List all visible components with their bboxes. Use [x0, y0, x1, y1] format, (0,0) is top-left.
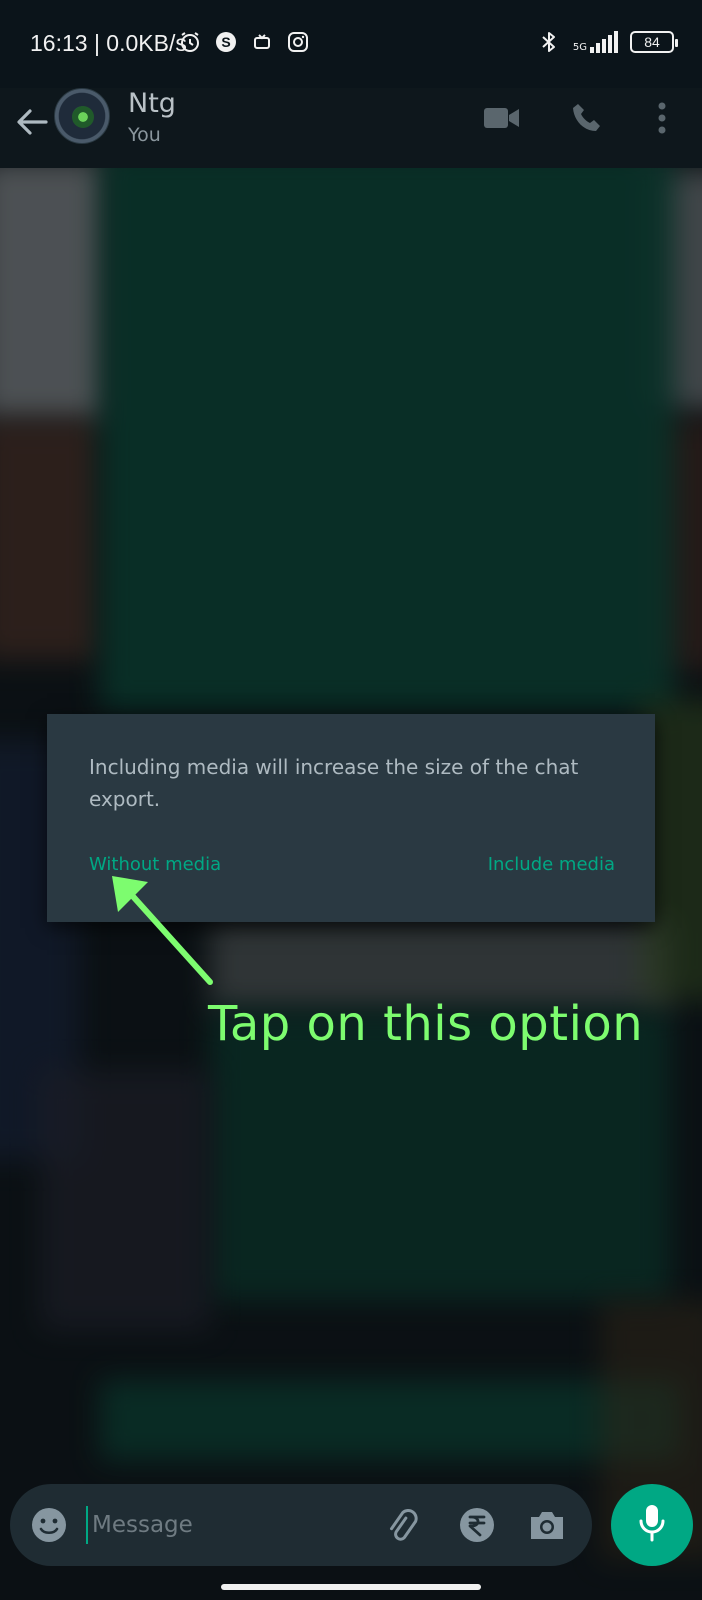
annotation-text: Tap on this option: [208, 996, 644, 1052]
status-bar: 16:13 | 0.0KB/s S 5G 84: [0, 0, 702, 88]
message-input[interactable]: [92, 1500, 362, 1550]
home-indicator[interactable]: [221, 1584, 481, 1590]
status-time: 16:13 | 0.0KB/s: [30, 30, 187, 56]
include-media-button[interactable]: Include media: [488, 854, 615, 875]
attach-icon[interactable]: [378, 1502, 424, 1548]
voice-call-icon[interactable]: [565, 96, 609, 140]
notification-icon: [250, 30, 274, 54]
alarm-icon: [178, 30, 202, 54]
contact-name[interactable]: Ntg: [128, 88, 176, 119]
rupee-payment-icon[interactable]: [454, 1502, 500, 1548]
video-call-icon[interactable]: [480, 96, 524, 140]
svg-text:S: S: [221, 34, 230, 50]
instagram-icon: [286, 30, 310, 54]
battery-icon: 84: [630, 31, 678, 53]
signal-icon: 5G: [573, 31, 618, 53]
battery-level: 84: [644, 34, 660, 50]
back-arrow-icon[interactable]: [12, 102, 52, 142]
mic-icon: [636, 1503, 668, 1547]
contact-subtitle: You: [128, 124, 161, 146]
network-type-label: 5G: [572, 42, 587, 53]
dialog-message: Including media will increase the size o…: [89, 755, 579, 811]
status-icons-left: S: [178, 30, 310, 54]
status-icons-right: 5G 84: [537, 30, 678, 54]
mic-button[interactable]: [611, 1484, 693, 1566]
avatar[interactable]: [54, 88, 110, 144]
chat-header: Ntg You: [0, 88, 702, 168]
s-app-icon: S: [214, 30, 238, 54]
camera-icon[interactable]: [524, 1502, 570, 1548]
message-composer: [10, 1484, 592, 1566]
emoji-icon[interactable]: [28, 1504, 70, 1546]
annotation-arrow: [112, 876, 213, 985]
bluetooth-icon: [537, 30, 561, 54]
text-caret: [86, 1506, 88, 1544]
more-options-icon[interactable]: [640, 96, 684, 140]
